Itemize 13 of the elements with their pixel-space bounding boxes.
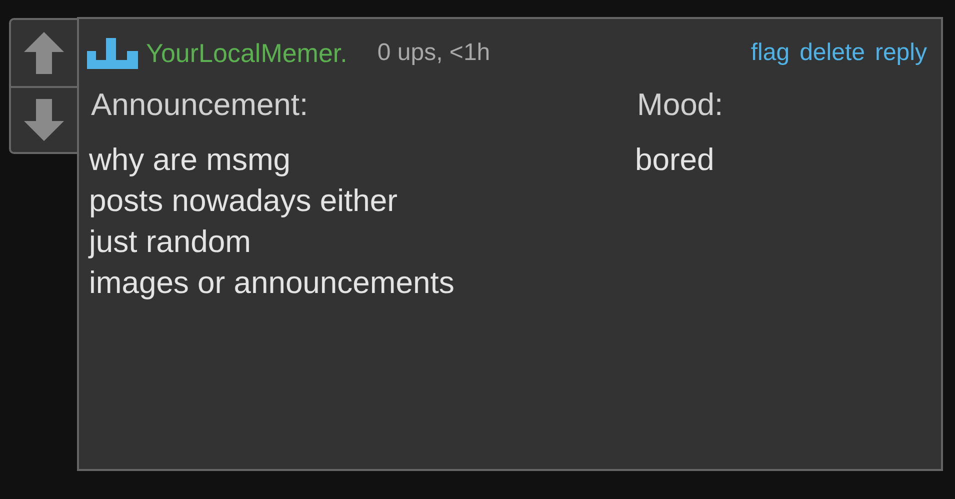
column-text: bored <box>635 141 716 179</box>
column-heading: Announcement: <box>91 87 310 123</box>
bars-icon <box>87 38 139 68</box>
downvote-button[interactable] <box>11 86 77 152</box>
up-arrow-icon <box>24 32 64 74</box>
action-link[interactable]: reply <box>874 39 927 67</box>
column-text: why are msmg posts nowadays either just random images or announcements <box>89 141 456 302</box>
vote-time-text: 0 ups, <1h <box>377 39 490 67</box>
username-link[interactable]: YourLocalMemer. <box>146 38 348 68</box>
down-arrow-icon <box>24 99 64 141</box>
action-link[interactable]: flag <box>750 39 790 67</box>
action-link[interactable]: delete <box>800 39 865 67</box>
column-heading: Mood: <box>637 87 724 123</box>
